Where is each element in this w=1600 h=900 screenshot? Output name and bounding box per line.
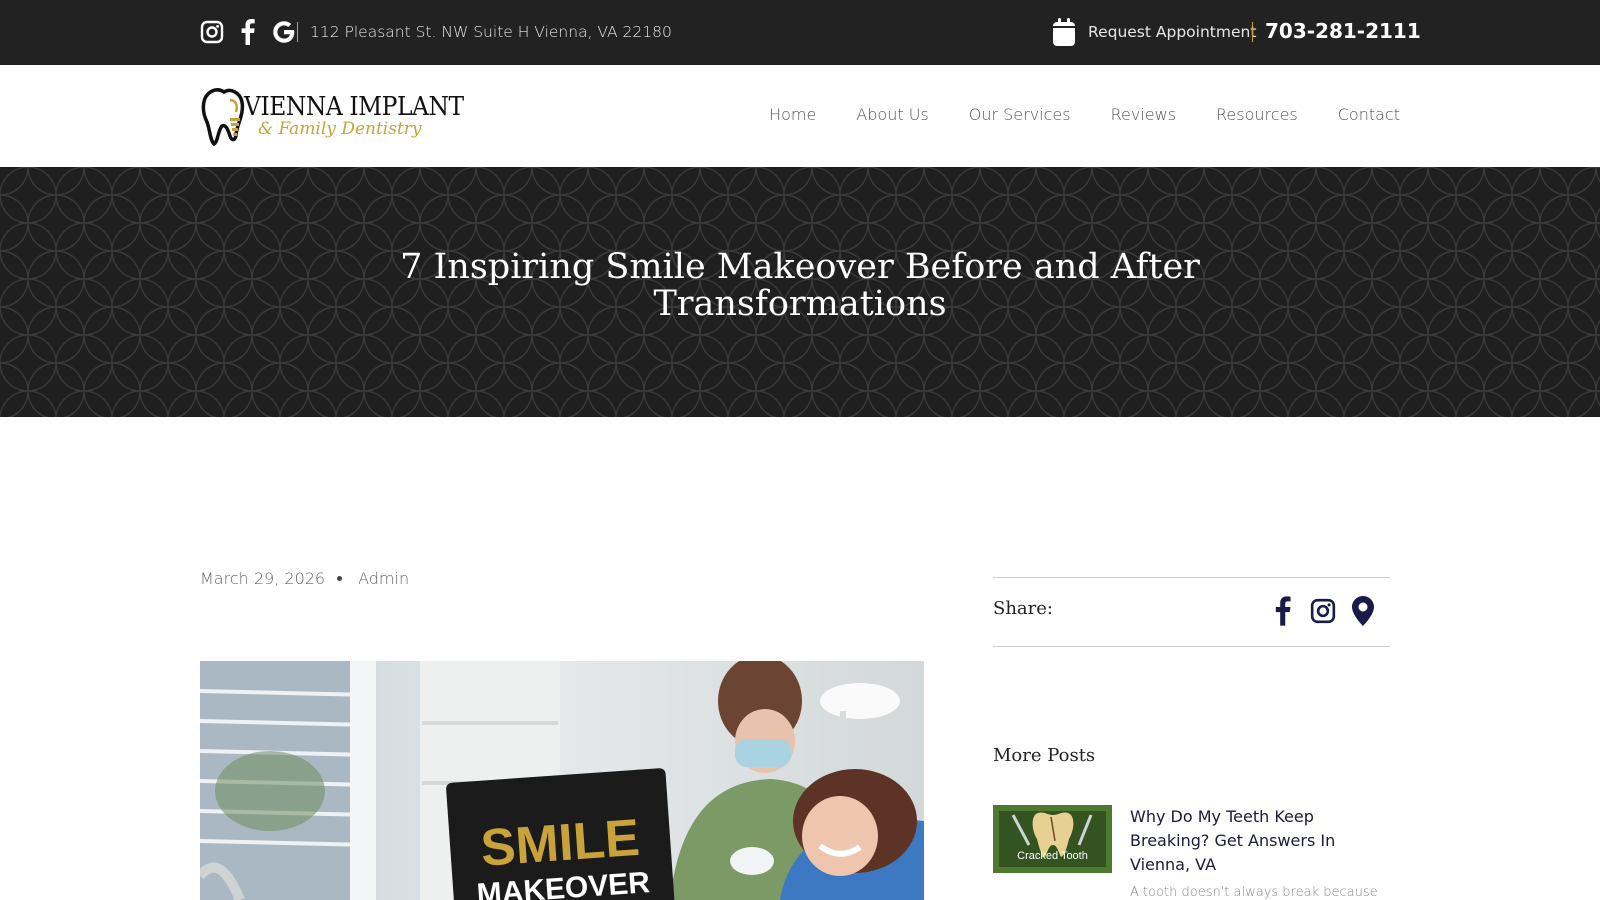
facebook-icon[interactable] xyxy=(1270,596,1296,626)
request-appointment-link[interactable]: Request Appointment xyxy=(1088,23,1256,41)
nav-home[interactable]: Home xyxy=(769,105,816,124)
page-title: 7 Inspiring Smile Makeover Before and Af… xyxy=(400,247,1200,324)
site-header: VIENNA IMPLANT & Family Dentistry Home A… xyxy=(0,65,1600,167)
post-meta: March 29, 2026 Admin xyxy=(200,569,409,588)
share-label: Share: xyxy=(993,598,1053,619)
share-icons xyxy=(1270,596,1376,626)
divider xyxy=(1252,22,1253,42)
page-hero: 7 Inspiring Smile Makeover Before and Af… xyxy=(0,167,1600,417)
facebook-icon[interactable] xyxy=(236,19,260,45)
calendar-icon[interactable] xyxy=(1053,18,1075,46)
instagram-icon[interactable] xyxy=(1310,596,1336,626)
post-author[interactable]: Admin xyxy=(358,569,409,588)
site-logo[interactable]: VIENNA IMPLANT & Family Dentistry xyxy=(200,86,464,148)
map-pin-icon[interactable] xyxy=(1350,596,1376,626)
nav-resources[interactable]: Resources xyxy=(1216,105,1298,124)
address-text: 112 Pleasant St. NW Suite H Vienna, VA 2… xyxy=(310,23,672,41)
tooth-thumbnail-illustration xyxy=(993,805,1112,873)
featured-photo-illustration: SMILE MAKEOVER xyxy=(200,661,924,900)
divider xyxy=(297,22,298,42)
post-title-link[interactable]: Why Do My Teeth Keep Breaking? Get Answe… xyxy=(1130,805,1390,877)
meta-separator xyxy=(337,576,343,581)
more-posts-title: More Posts xyxy=(993,745,1096,766)
nav-contact[interactable]: Contact xyxy=(1338,105,1400,124)
thumbnail-caption: Cracked Tooth xyxy=(1017,850,1088,862)
phone-link[interactable]: 703-281-2111 xyxy=(1265,19,1421,43)
nav-our-services[interactable]: Our Services xyxy=(969,105,1071,124)
main-nav: Home About Us Our Services Reviews Resou… xyxy=(769,105,1400,124)
nav-reviews[interactable]: Reviews xyxy=(1111,105,1176,124)
post-date: March 29, 2026 xyxy=(200,569,326,588)
post-excerpt: A tooth doesn't always break because xyxy=(1130,885,1378,900)
nav-about-us[interactable]: About Us xyxy=(856,105,928,124)
google-icon[interactable] xyxy=(272,19,296,45)
share-box: Share: xyxy=(993,577,1390,647)
post-thumbnail[interactable]: Cracked Tooth xyxy=(993,805,1112,873)
instagram-icon[interactable] xyxy=(200,19,224,45)
top-bar: 112 Pleasant St. NW Suite H Vienna, VA 2… xyxy=(0,0,1600,65)
social-links xyxy=(200,19,296,45)
logo-subtitle: & Family Dentistry xyxy=(258,119,422,139)
logo-title: VIENNA IMPLANT xyxy=(244,92,464,122)
tooth-logo-icon xyxy=(201,88,245,147)
featured-image: SMILE MAKEOVER xyxy=(200,661,924,900)
